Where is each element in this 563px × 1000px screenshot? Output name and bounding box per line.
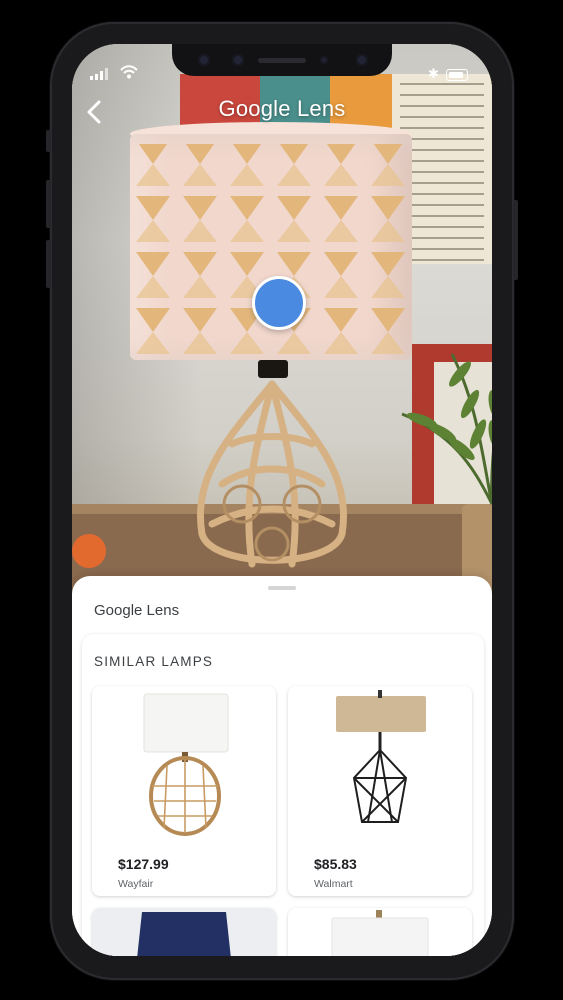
phone-screen: ✱ Google Lens Google Lens SIMILAR LAMPS — [72, 44, 492, 956]
product-card[interactable]: $127.99 Wayfair — [92, 686, 276, 896]
product-card[interactable] — [288, 908, 472, 956]
wire-cage-lamp-linen-shade-image — [336, 690, 426, 823]
product-store: Wayfair — [118, 878, 154, 890]
sheet-brand: Google Lens — [94, 602, 180, 619]
similar-lamps-card: SIMILAR LAMPS $127.99 Wayfair $85.83 Wal… — [82, 634, 484, 956]
section-title: SIMILAR LAMPS — [94, 654, 214, 669]
orange-object — [72, 534, 106, 568]
volume-up-button — [46, 180, 51, 228]
power-button — [513, 200, 518, 280]
product-card[interactable] — [92, 908, 276, 956]
camera-notch — [172, 44, 392, 76]
navy-shade-lamp-image — [92, 908, 276, 956]
face-sensor-icon — [198, 54, 210, 66]
sheet-drag-handle[interactable] — [268, 586, 296, 590]
results-sheet[interactable]: Google Lens SIMILAR LAMPS $127.99 Wayfai… — [72, 576, 492, 956]
battery-icon — [446, 69, 468, 81]
rear-sensor-icon — [356, 54, 368, 66]
mute-switch — [46, 130, 51, 152]
front-camera-icon — [232, 54, 244, 66]
lens-focus-dot[interactable] — [252, 276, 306, 330]
product-card[interactable]: $85.83 Walmart — [288, 686, 472, 896]
rattan-lamp-base — [197, 380, 347, 568]
volume-down-button — [46, 240, 51, 288]
proximity-sensor-icon — [320, 56, 328, 64]
signal-icon — [90, 68, 108, 80]
camera-viewfinder[interactable] — [72, 44, 492, 604]
product-store: Walmart — [314, 878, 353, 890]
earpiece-speaker — [258, 58, 306, 63]
product-price: $127.99 — [118, 856, 169, 872]
wifi-icon — [120, 65, 138, 79]
app-title: Google Lens — [218, 96, 346, 121]
bluetooth-icon: ✱ — [428, 66, 439, 81]
white-shade-lamp-image — [331, 910, 429, 956]
rattan-lamp-white-shade-image — [143, 693, 229, 836]
product-price: $85.83 — [314, 856, 357, 872]
